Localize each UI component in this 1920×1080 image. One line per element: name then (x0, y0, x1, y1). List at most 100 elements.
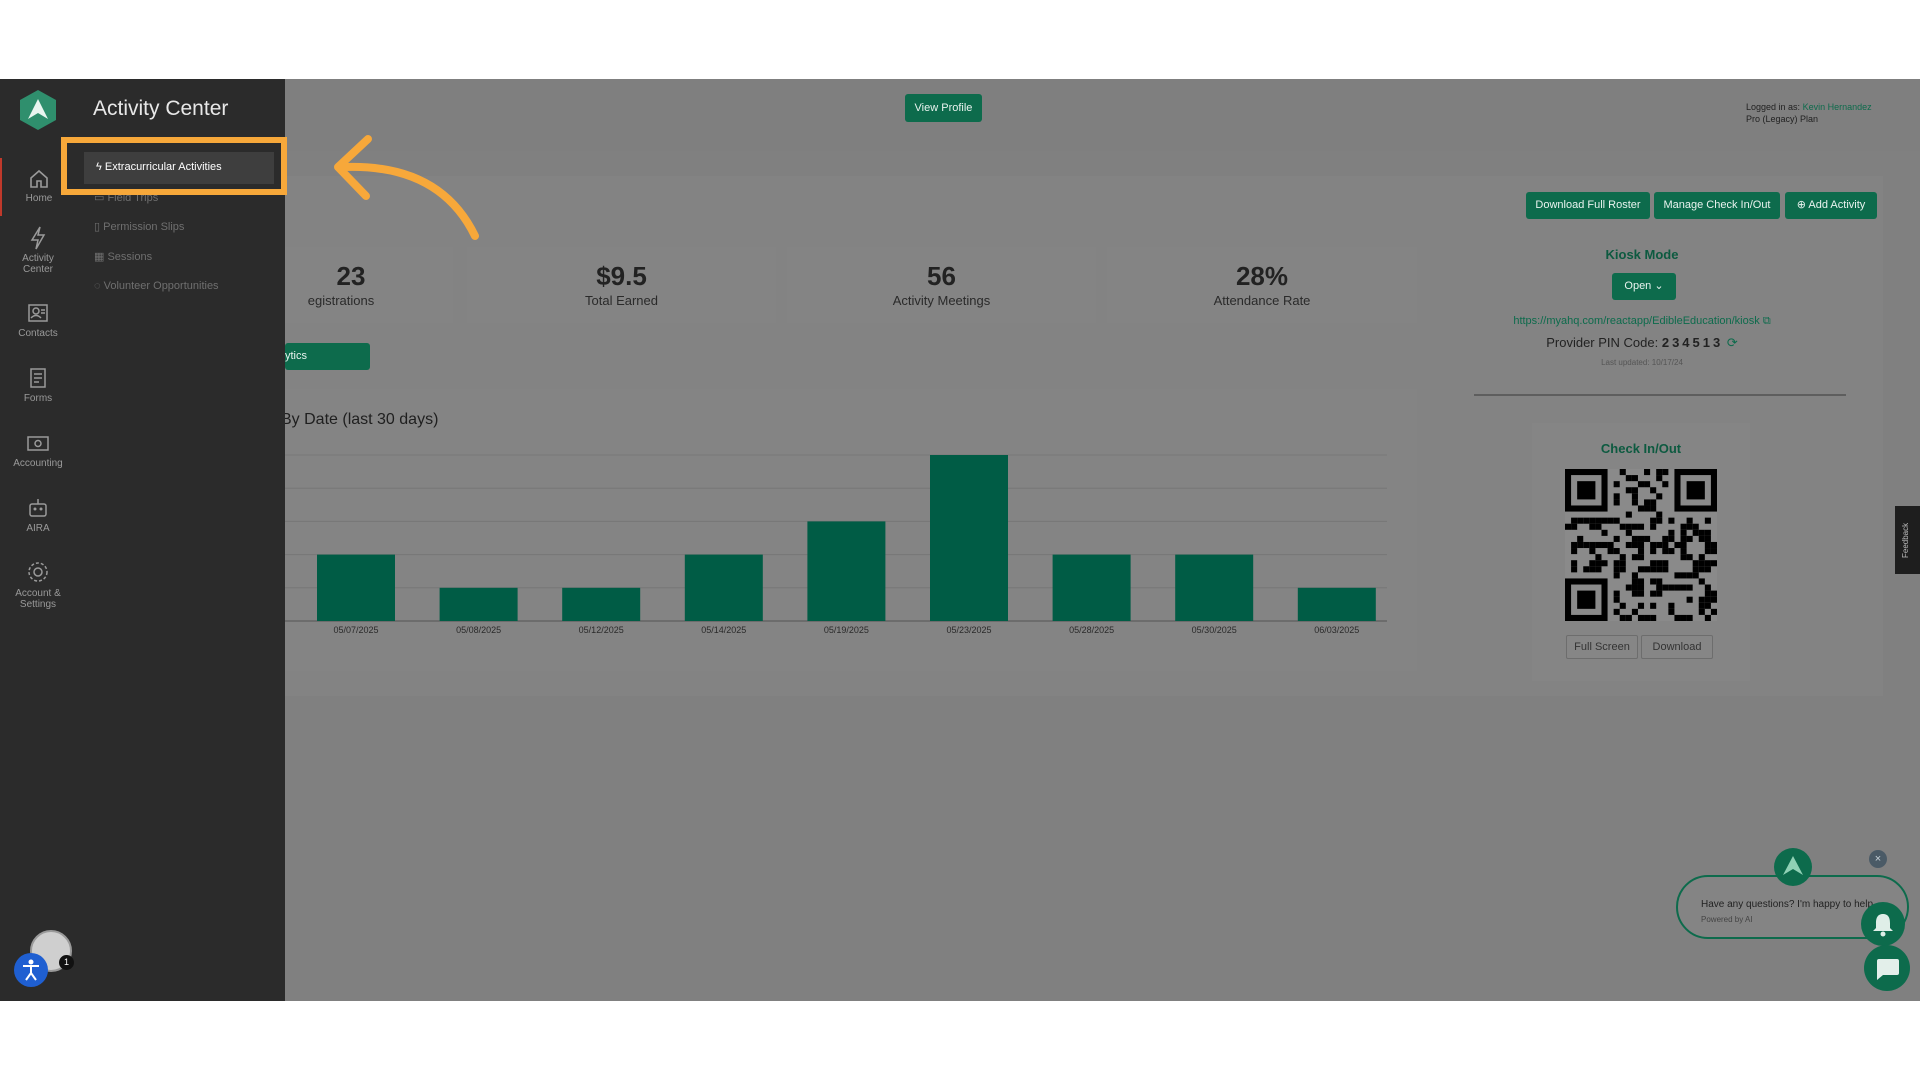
document-icon: ▯ (94, 221, 104, 233)
rail-label: Forms (23, 393, 53, 404)
analytics-button[interactable]: ytics (285, 343, 370, 370)
kiosk-open-label: Open (1624, 280, 1652, 292)
stat-card-total-earned: $9.5 Total Earned (467, 247, 776, 323)
contacts-icon (28, 304, 48, 322)
stat-label: Activity Meetings (892, 293, 991, 308)
refresh-icon[interactable]: ⟳ (1727, 335, 1738, 350)
chart-bar[interactable] (439, 587, 518, 621)
kiosk-mode-title: Kiosk Mode (1605, 247, 1679, 262)
checkin-title: Check In/Out (1600, 441, 1682, 456)
chart-bar[interactable] (684, 554, 763, 621)
chart-bar[interactable] (1175, 554, 1254, 621)
stat-value: $9.5 (596, 261, 647, 291)
stat-value: 23 (336, 261, 366, 291)
stat-label: Total Earned (585, 293, 658, 308)
accessibility-button[interactable] (14, 953, 48, 987)
x-tick-label: 06/03/2025 (1314, 625, 1359, 635)
feedback-label: Feedback (1901, 522, 1910, 558)
download-qr-button[interactable]: Download (1641, 635, 1713, 659)
stat-value: 56 (927, 261, 956, 291)
chart-panel: By Date (last 30 days) 05/07/2025 05/08/2… (285, 389, 1417, 671)
user-name-link[interactable]: Kevin Hernandez (1803, 102, 1872, 112)
full-screen-button[interactable]: Full Screen (1566, 635, 1638, 659)
rail-label: Contacts (18, 328, 58, 339)
stat-card-attendance-rate: 28% Attendance Rate (1107, 247, 1417, 323)
logged-in-prefix: Logged in as: (1746, 102, 1801, 112)
kiosk-url-text: https://myahq.com/reactapp/EdibleEducati… (1513, 315, 1760, 327)
rail-label: Home (25, 193, 53, 204)
provider-pin: Provider PIN Code: 234513 ⟳ (1432, 335, 1852, 351)
chat-launcher-button[interactable] (1864, 945, 1910, 991)
highlight-box (61, 137, 287, 195)
rail-item-activity-center[interactable]: Activity Center (0, 218, 76, 284)
x-tick-label: 05/28/2025 (1069, 625, 1114, 635)
manage-checkin-button[interactable]: Manage Check In/Out (1654, 192, 1780, 219)
flyout-item-volunteer-opportunities[interactable]: ◌ Volunteer Opportunities (94, 280, 219, 292)
x-tick-label: 05/07/2025 (333, 625, 378, 635)
add-activity-button[interactable]: ⊕ Add Activity (1785, 192, 1877, 219)
rail-item-forms[interactable]: Forms (0, 358, 76, 414)
calendar-icon: ▦ (94, 251, 108, 263)
chart-bar[interactable] (317, 554, 395, 621)
chart-bar[interactable] (562, 587, 641, 621)
kiosk-open-dropdown[interactable]: Open ⌄ (1612, 273, 1676, 300)
rail-item-contacts[interactable]: Contacts (0, 293, 76, 349)
plan-label: Pro (Legacy) Plan (1746, 114, 1819, 124)
qr-code-image (1565, 469, 1717, 621)
checkin-card: Check In/Out Full Screen Download (1532, 423, 1750, 681)
chat-close-button[interactable]: × (1869, 850, 1887, 868)
last-updated: Last updated: 10/17/24 (1601, 358, 1683, 367)
message-icon (1877, 959, 1899, 980)
chat-powered-by: Powered by AI (1701, 915, 1753, 924)
copy-icon[interactable]: ⧉ (1763, 315, 1771, 327)
chart-bar[interactable] (807, 521, 886, 621)
x-tick-label: 05/30/2025 (1192, 625, 1237, 635)
home-icon (30, 169, 48, 188)
robot-icon (29, 499, 47, 517)
pin-value: 234513 (1661, 335, 1724, 350)
feedback-tab[interactable]: Feedback (1895, 506, 1920, 574)
kiosk-panel: Kiosk Mode Open ⌄ https://myahq.com/reac… (1432, 223, 1852, 687)
chart-bar[interactable] (1297, 587, 1376, 621)
flyout-title: Activity Center (93, 97, 229, 120)
stat-label: Attendance Rate (1213, 293, 1311, 308)
x-tick-label: 05/14/2025 (701, 625, 746, 635)
chart-bar[interactable] (930, 455, 1008, 621)
main-content-dimmed: View Profile Logged in as: Kevin Hernand… (285, 79, 1920, 1001)
gear-icon (28, 562, 48, 582)
flyout-item-label: Sessions (107, 251, 153, 263)
icon-rail: Home Activity Center Contacts Forms Acco… (0, 79, 76, 1001)
stat-value: 28% (1235, 261, 1289, 291)
plus-circle-icon: ⊕ (1796, 199, 1809, 211)
kiosk-url-link[interactable]: https://myahq.com/reactapp/EdibleEducati… (1432, 315, 1852, 328)
stat-card-activity-meetings: 56 Activity Meetings (787, 247, 1096, 323)
activity-center-flyout: Activity Center ϟ Extracurricular Activi… (76, 79, 285, 1001)
rail-label: Accounting (13, 458, 63, 469)
download-roster-button[interactable]: Download Full Roster (1526, 192, 1650, 219)
flyout-item-sessions[interactable]: ▦ Sessions (94, 250, 152, 263)
chat-logo-icon (1774, 848, 1812, 886)
rail-item-account-settings[interactable]: Account & Settings (0, 551, 76, 621)
flyout-item-label: Volunteer Opportunities (103, 280, 219, 292)
pin-label: Provider PIN Code: (1546, 335, 1659, 350)
bell-icon (1873, 914, 1893, 937)
notification-bell-button[interactable] (1861, 902, 1905, 946)
forms-icon (30, 368, 46, 388)
rail-label: Activity Center (22, 253, 54, 275)
x-tick-label: 05/12/2025 (579, 625, 624, 635)
bar-chart: 05/07/2025 05/08/2025 05/12/2025 05/14/2025… (285, 454, 1387, 635)
chat-message: Have any questions? I'm happy to help. (1701, 899, 1876, 910)
chart-bar[interactable] (1052, 554, 1131, 621)
add-activity-label: Add Activity (1808, 199, 1866, 211)
rail-item-accounting[interactable]: Accounting (0, 423, 76, 479)
flyout-item-permission-slips[interactable]: ▯ Permission Slips (94, 220, 184, 233)
volunteer-icon: ◌ (94, 280, 104, 292)
rail-item-aira[interactable]: AIRA (0, 488, 76, 544)
stat-card-registrations: 23 egistrations (285, 247, 453, 323)
top-header (285, 79, 1920, 151)
view-profile-button[interactable]: View Profile (905, 94, 982, 122)
login-info: Logged in as: Kevin Hernandez Pro (Legac… (1746, 101, 1872, 125)
flyout-item-label: Permission Slips (103, 221, 185, 233)
x-tick-label: 05/19/2025 (824, 625, 869, 635)
rail-label: AIRA (26, 523, 50, 534)
